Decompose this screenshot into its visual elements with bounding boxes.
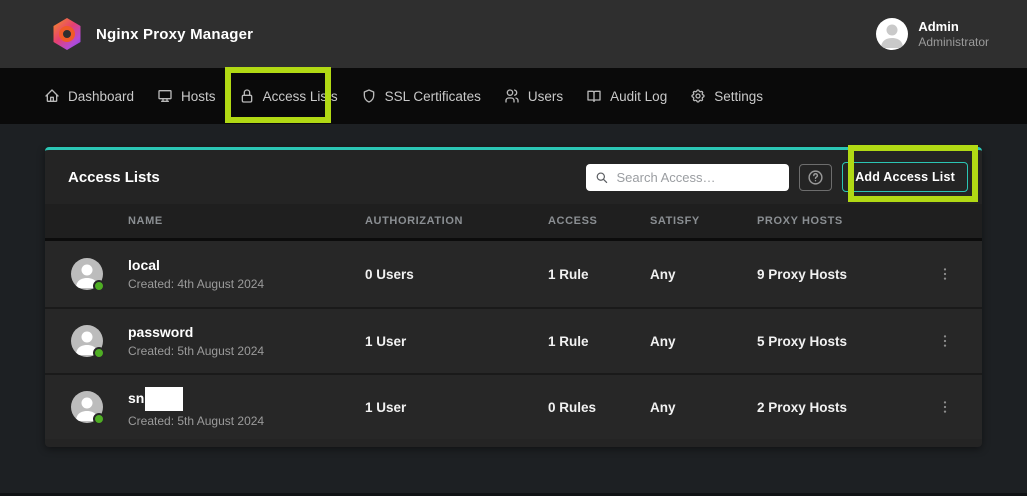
user-avatar[interactable] (876, 18, 908, 50)
column-header-access: ACCESS (548, 215, 650, 227)
online-status-dot (93, 413, 105, 425)
authorization-cell: 1 User (365, 334, 548, 349)
panel-header: Access Lists Add Access List (45, 150, 982, 204)
nav-label: Access Lists (263, 89, 338, 104)
nav-item-access-lists[interactable]: Access Lists (239, 88, 338, 104)
nav-item-hosts[interactable]: Hosts (157, 88, 216, 104)
nginx-proxy-manager-logo-icon (52, 18, 82, 50)
help-icon (807, 169, 824, 186)
help-button[interactable] (799, 164, 832, 191)
column-header-proxy-hosts: PROXY HOSTS (757, 215, 924, 227)
lock-icon (239, 88, 255, 104)
dots-vertical-icon (937, 333, 953, 349)
nav-label: Dashboard (68, 89, 134, 104)
satisfy-cell: Any (650, 334, 757, 349)
main-nav: Dashboard Hosts Access Lists SSL Certifi… (0, 68, 1027, 124)
access-cell: 1 Rule (548, 267, 650, 282)
row-avatar (71, 325, 103, 357)
access-list-name: password (128, 324, 193, 341)
row-menu-button[interactable] (930, 259, 960, 289)
row-avatar (71, 258, 103, 290)
column-header-satisfy: SATISFY (650, 215, 757, 227)
online-status-dot (93, 280, 105, 292)
panel-title: Access Lists (68, 169, 160, 186)
search-input[interactable] (616, 170, 780, 185)
proxy-hosts-cell: 5 Proxy Hosts (757, 334, 924, 349)
shield-icon (361, 88, 377, 104)
proxy-hosts-cell: 9 Proxy Hosts (757, 267, 924, 282)
row-avatar (71, 391, 103, 423)
monitor-icon (157, 88, 173, 104)
nav-item-ssl-certificates[interactable]: SSL Certificates (361, 88, 481, 104)
satisfy-cell: Any (650, 400, 757, 415)
nav-label: Users (528, 89, 563, 104)
row-menu-button[interactable] (930, 392, 960, 422)
created-date: Created: 5th August 2024 (128, 344, 365, 358)
access-cell: 1 Rule (548, 334, 650, 349)
table-row: sn Created: 5th August 2024 1 User 0 Rul… (45, 373, 982, 439)
nav-label: Settings (714, 89, 763, 104)
user-name: Admin (918, 19, 989, 35)
app-title: Nginx Proxy Manager (96, 26, 253, 43)
satisfy-cell: Any (650, 267, 757, 282)
add-access-list-button[interactable]: Add Access List (842, 162, 968, 192)
user-menu[interactable]: Admin Administrator (876, 18, 989, 50)
search-box[interactable] (586, 164, 789, 191)
created-date: Created: 5th August 2024 (128, 414, 365, 428)
nav-item-settings[interactable]: Settings (690, 88, 763, 104)
access-lists-panel: Access Lists Add Access List NAME AUTHOR… (45, 147, 982, 447)
nav-label: SSL Certificates (385, 89, 481, 104)
row-menu-button[interactable] (930, 326, 960, 356)
users-icon (504, 88, 520, 104)
access-cell: 0 Rules (548, 400, 650, 415)
nav-item-dashboard[interactable]: Dashboard (44, 88, 134, 104)
nav-label: Audit Log (610, 89, 667, 104)
table-header: NAME AUTHORIZATION ACCESS SATISFY PROXY … (45, 204, 982, 241)
column-header-name: NAME (128, 215, 365, 227)
user-role: Administrator (918, 35, 989, 50)
table-row: password Created: 5th August 2024 1 User… (45, 307, 982, 373)
home-icon (44, 88, 60, 104)
authorization-cell: 0 Users (365, 267, 548, 282)
dots-vertical-icon (937, 399, 953, 415)
gear-icon (690, 88, 706, 104)
redaction-box (145, 387, 183, 411)
access-list-name: local (128, 257, 160, 274)
dots-vertical-icon (937, 266, 953, 282)
authorization-cell: 1 User (365, 400, 548, 415)
access-list-name: sn (128, 390, 144, 407)
nav-item-audit-log[interactable]: Audit Log (586, 88, 667, 104)
person-icon (876, 18, 908, 50)
nav-item-users[interactable]: Users (504, 88, 563, 104)
created-date: Created: 4th August 2024 (128, 277, 365, 291)
column-header-authorization: AUTHORIZATION (365, 215, 548, 227)
book-icon (586, 88, 602, 104)
search-icon (595, 170, 608, 185)
online-status-dot (93, 347, 105, 359)
app-header: Nginx Proxy Manager Admin Administrator (0, 0, 1027, 68)
proxy-hosts-cell: 2 Proxy Hosts (757, 400, 924, 415)
nav-label: Hosts (181, 89, 216, 104)
table-row: local Created: 4th August 2024 0 Users 1… (45, 241, 982, 307)
